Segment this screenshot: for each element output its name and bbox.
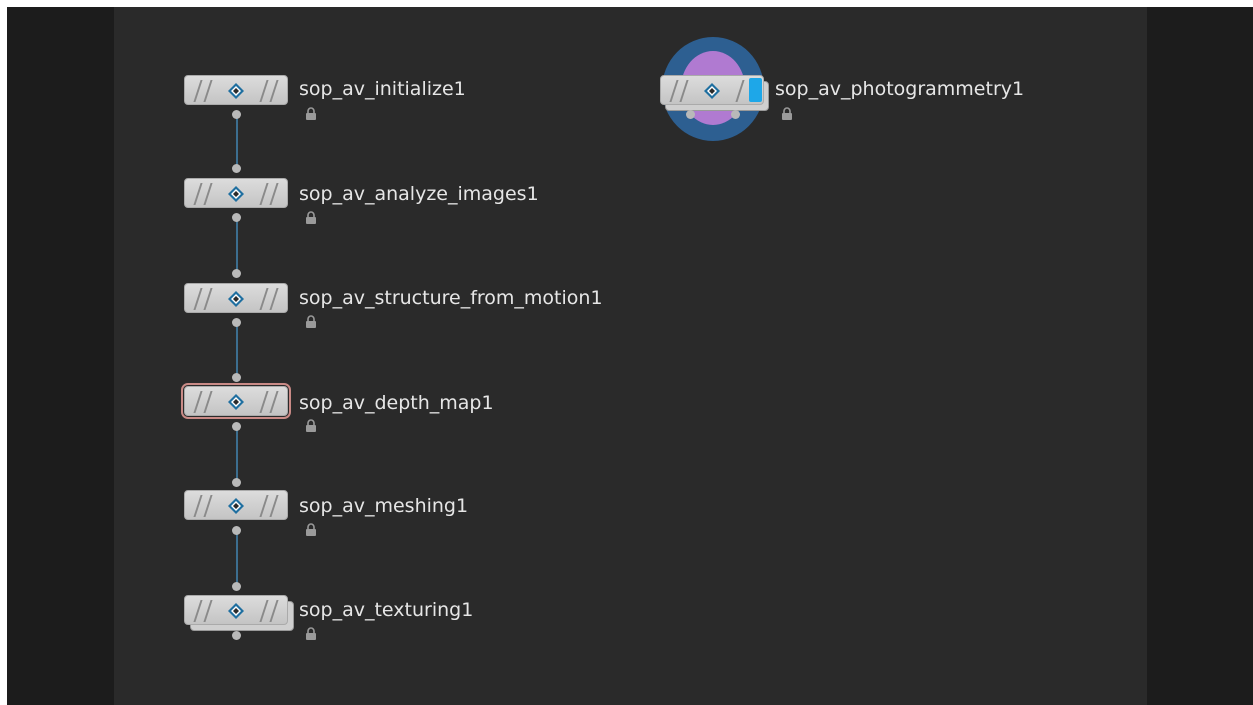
input-connector-dot[interactable] [232, 582, 241, 591]
lock-icon[interactable] [304, 419, 318, 433]
node-label: sop_av_photogrammetry1 [775, 78, 1025, 100]
diamond-gem-icon [228, 83, 244, 99]
node-label: sop_av_structure_from_motion1 [299, 287, 603, 309]
lock-icon[interactable] [304, 523, 318, 537]
output-connector-dot[interactable] [686, 110, 695, 119]
diamond-gem-icon [704, 83, 720, 99]
lock-icon[interactable] [780, 107, 794, 121]
wire-depth-meshing[interactable] [236, 430, 238, 482]
wire-analyze-sfm[interactable] [236, 221, 238, 273]
input-connector-dot[interactable] [232, 164, 241, 173]
node-label: sop_av_analyze_images1 [299, 183, 539, 205]
output-connector-dot[interactable] [232, 110, 241, 119]
node-label: sop_av_meshing1 [299, 495, 469, 517]
wire-meshing-texturing[interactable] [236, 534, 238, 586]
node-photogrammetry[interactable] [660, 75, 764, 105]
diamond-gem-icon [228, 394, 244, 410]
node-meshing[interactable] [184, 490, 288, 520]
lock-icon[interactable] [304, 627, 318, 641]
node-label: sop_av_initialize1 [299, 78, 466, 100]
lock-icon[interactable] [304, 315, 318, 329]
wire-sfm-depth[interactable] [236, 326, 238, 377]
display-flag[interactable] [749, 78, 762, 102]
node-texturing[interactable] [184, 595, 288, 625]
node-label: sop_av_texturing1 [299, 599, 474, 621]
node-depth-map[interactable] [181, 383, 291, 419]
output-connector-dot[interactable] [232, 422, 241, 431]
diamond-gem-icon [228, 291, 244, 307]
node-structure-from-motion[interactable] [184, 283, 288, 313]
output-connector-dot[interactable] [731, 110, 740, 119]
node-initialize[interactable] [184, 75, 288, 105]
node-label: sop_av_depth_map1 [299, 392, 494, 414]
diamond-gem-icon [228, 498, 244, 514]
diamond-gem-icon [228, 603, 244, 619]
input-connector-dot[interactable] [232, 478, 241, 487]
output-connector-dot[interactable] [232, 318, 241, 327]
output-connector-dot[interactable] [232, 631, 241, 640]
output-connector-dot[interactable] [232, 526, 241, 535]
input-connector-dot[interactable] [232, 269, 241, 278]
lock-icon[interactable] [304, 211, 318, 225]
input-connector-dot[interactable] [232, 373, 241, 382]
lock-icon[interactable] [304, 107, 318, 121]
wire-initialize-analyze[interactable] [236, 118, 238, 168]
node-analyze-images[interactable] [184, 178, 288, 208]
diamond-gem-icon [228, 186, 244, 202]
output-connector-dot[interactable] [232, 213, 241, 222]
